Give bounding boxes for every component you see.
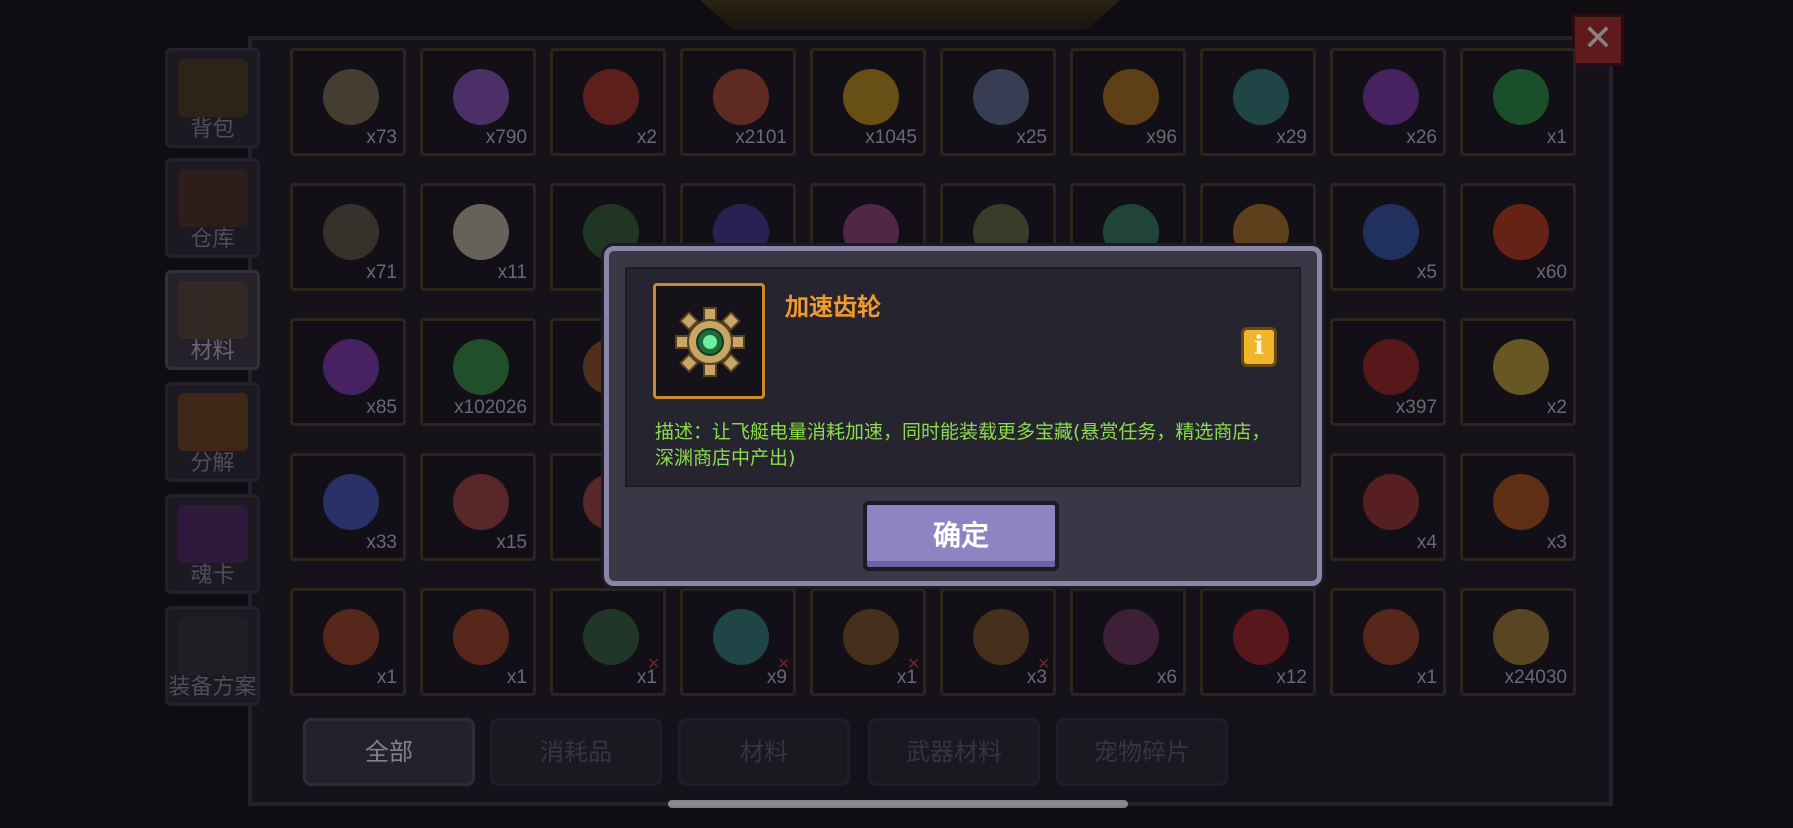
item-icon-frame [653, 283, 765, 399]
gear-icon [675, 307, 745, 377]
info-icon[interactable]: i [1241, 327, 1277, 367]
item-description: 描述：让飞艇电量消耗加速，同时能装载更多宝藏(悬赏任务，精选商店，深渊商店中产出… [655, 421, 1271, 469]
item-name: 加速齿轮 [785, 293, 881, 321]
item-detail-dialog: 加速齿轮 i 描述：让飞艇电量消耗加速，同时能装载更多宝藏(悬赏任务，精选商店，… [604, 246, 1322, 586]
home-indicator [668, 800, 1128, 808]
confirm-button[interactable]: 确定 [863, 501, 1059, 571]
game-screen: ✕ 背包 仓库 材料 分解 魂卡 装备方案 x73 x790 x2 x2101 x1045 x25 x… [0, 0, 1793, 828]
dialog-content: 加速齿轮 i 描述：让飞艇电量消耗加速，同时能装载更多宝藏(悬赏任务，精选商店，… [625, 267, 1301, 487]
